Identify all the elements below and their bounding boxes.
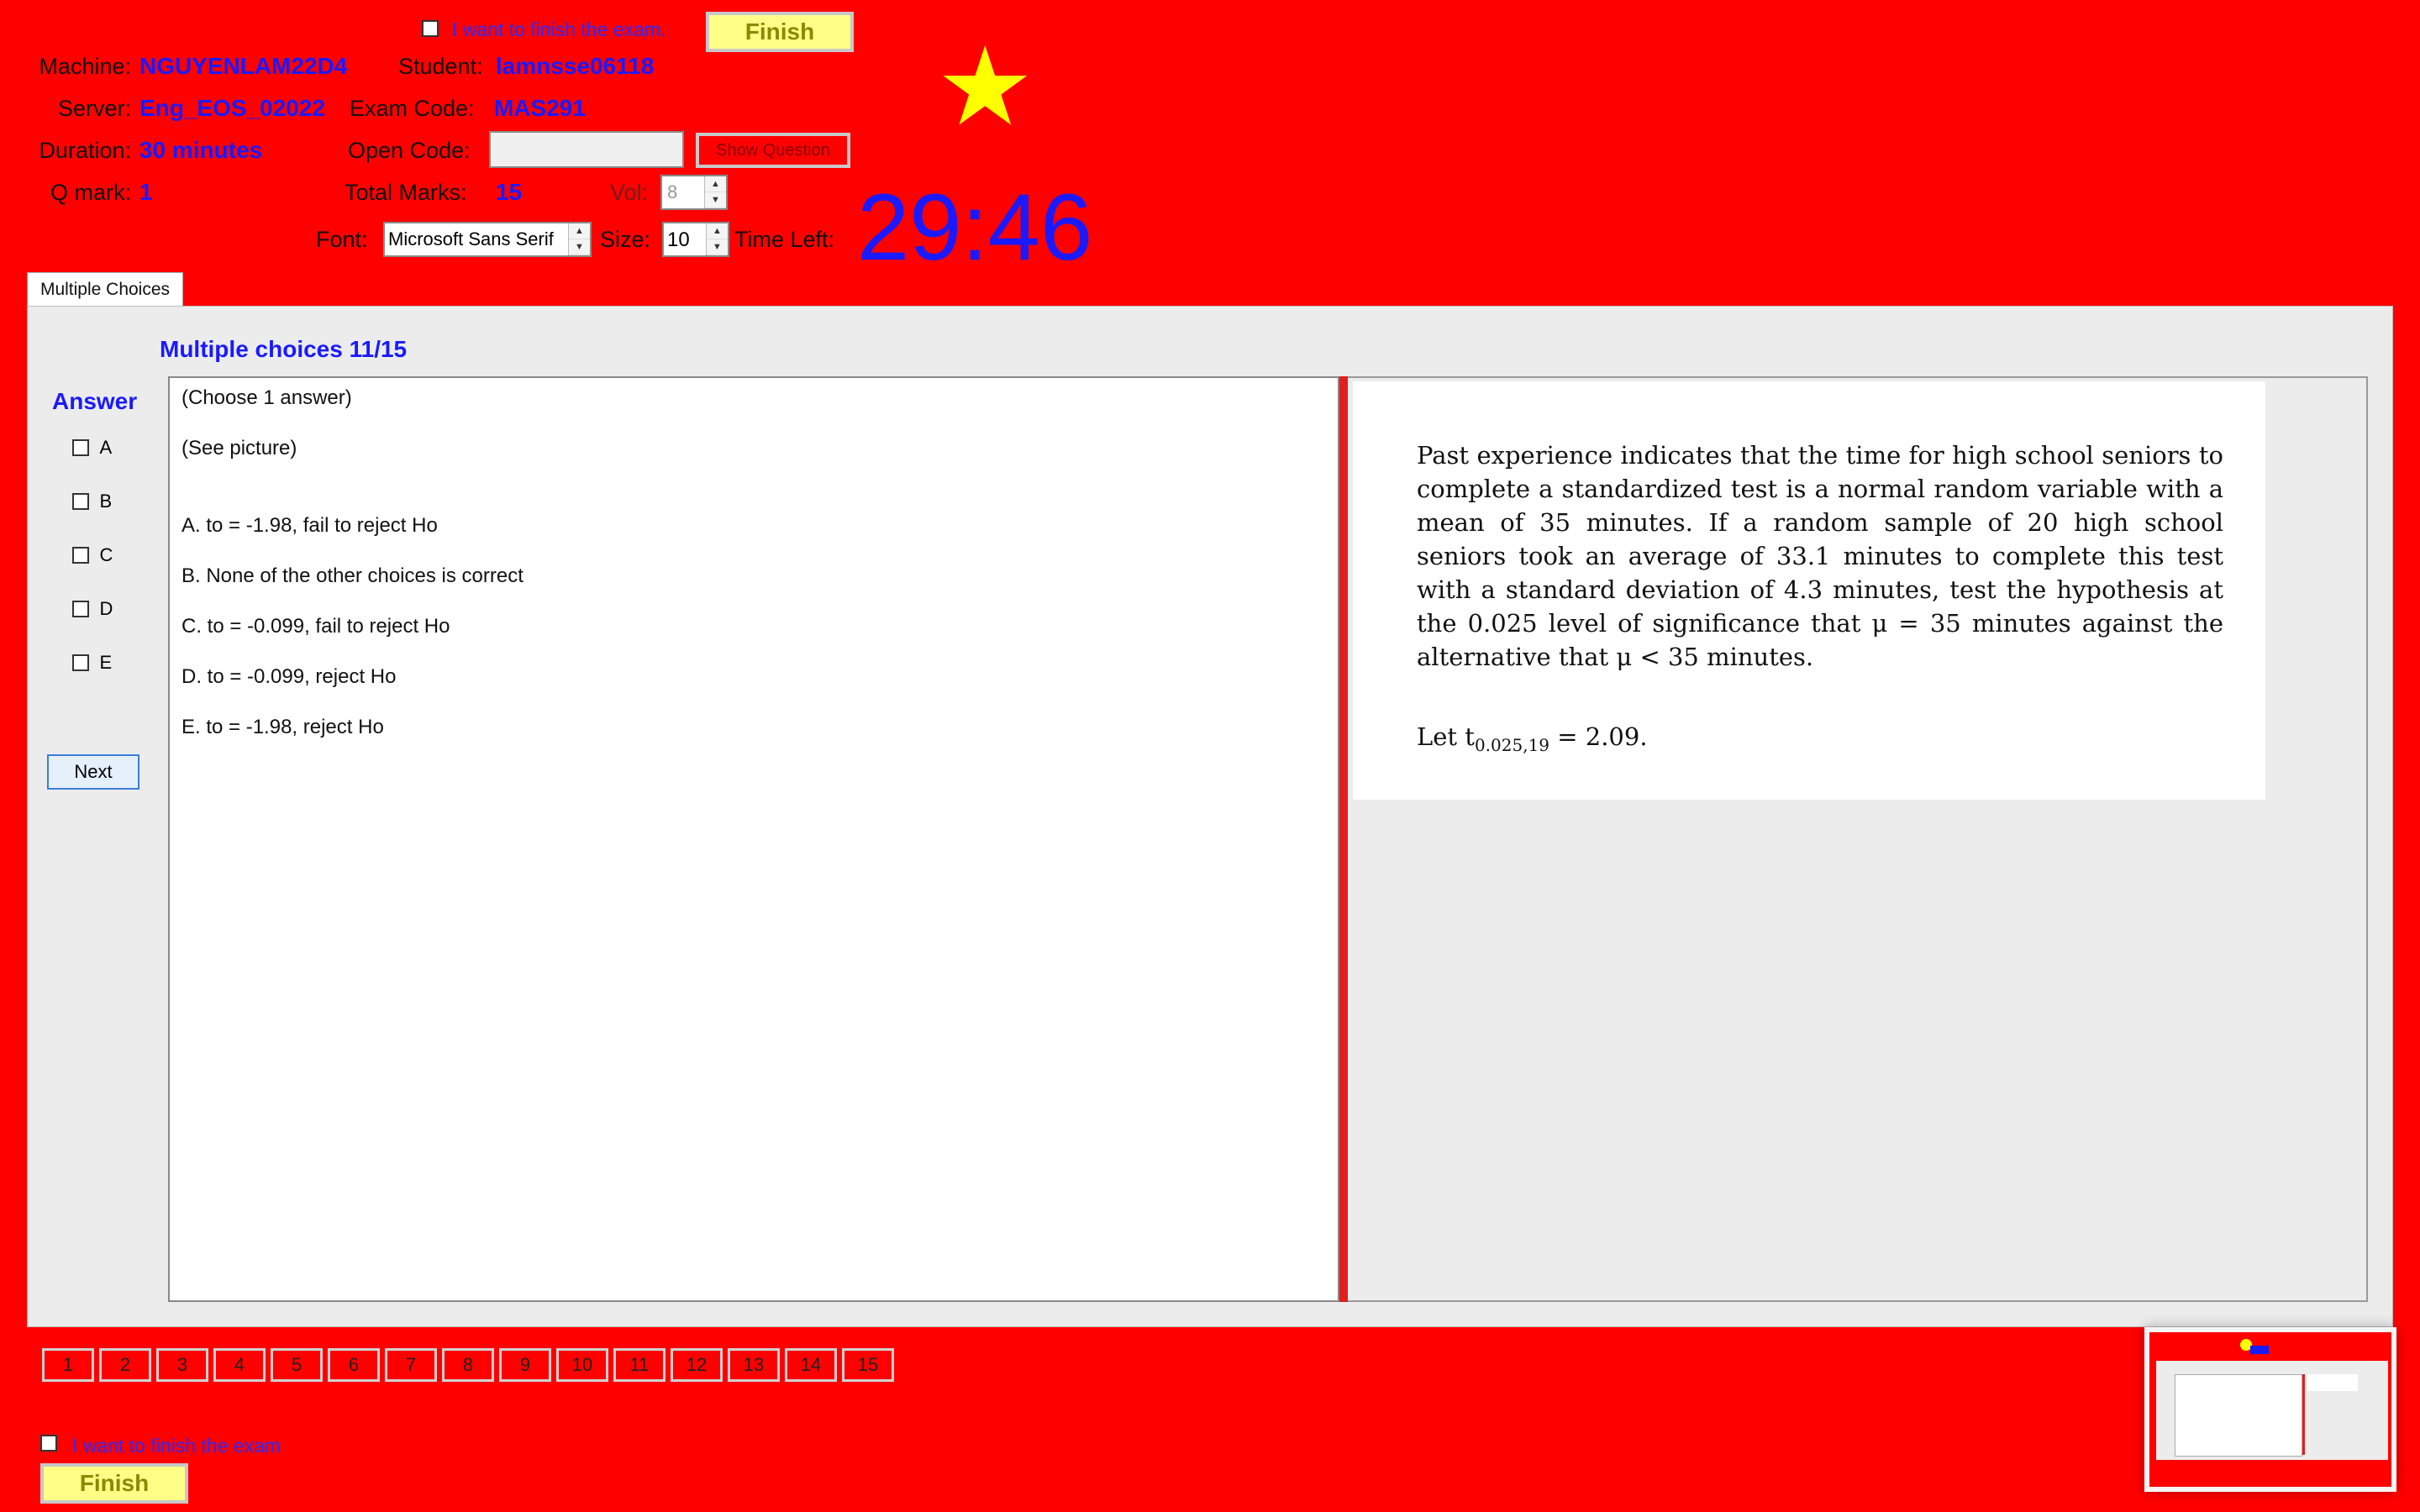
question-nav-button-2[interactable]: 2: [99, 1348, 151, 1382]
answer-checkbox-a[interactable]: [72, 439, 89, 456]
answer-label: Answer: [52, 388, 138, 414]
answer-label-b: B: [99, 491, 113, 512]
thumbnail-picture: [2307, 1374, 2358, 1391]
student-value: lamnsse06118: [496, 53, 655, 79]
size-label: Size:: [600, 227, 651, 252]
question-nav-button-3[interactable]: 3: [156, 1348, 208, 1382]
finish-exam-checkbox-bottom[interactable]: [40, 1435, 57, 1452]
font-spin-buttons[interactable]: ▲ ▼: [568, 223, 590, 255]
question-nav-button-8[interactable]: 8: [442, 1348, 494, 1382]
question-nav-button-10[interactable]: 10: [556, 1348, 608, 1382]
see-picture-text: (See picture): [182, 437, 297, 459]
size-stepper[interactable]: 10 ▲ ▼: [662, 222, 729, 257]
vol-stepper[interactable]: 8 ▲ ▼: [660, 175, 728, 210]
machine-value: NGUYENLAM22D4: [139, 53, 348, 79]
choice-a-text: A. to = -1.98, fail to reject Ho: [182, 514, 438, 537]
answer-label-e: E: [99, 652, 113, 673]
question-nav-button-14[interactable]: 14: [785, 1348, 837, 1382]
duration-label: Duration:: [39, 138, 131, 163]
question-nav-button-4[interactable]: 4: [213, 1348, 266, 1382]
choice-e-text: E. to = -1.98, reject Ho: [182, 716, 384, 738]
vol-label: Vol:: [610, 180, 649, 205]
question-nav-button-12[interactable]: 12: [671, 1348, 723, 1382]
q-mark-label: Q mark:: [50, 180, 131, 205]
choice-c-text: C. to = -0.099, fail to reject Ho: [182, 615, 450, 638]
choice-b-text: B. None of the other choices is correct: [182, 564, 523, 587]
question-header: Multiple choices 11/15: [160, 336, 408, 362]
size-spin-buttons[interactable]: ▲ ▼: [706, 223, 728, 255]
total-marks-value: 15: [496, 179, 523, 205]
server-label: Server:: [57, 96, 131, 121]
total-marks-label: Total Marks:: [345, 180, 467, 205]
finish-exam-label-bottom: I want to finish the exam: [72, 1435, 281, 1457]
answer-label-c: C: [99, 544, 113, 565]
font-label: Font:: [316, 227, 368, 252]
question-nav-button-9[interactable]: 9: [499, 1348, 551, 1382]
answer-checkbox-e[interactable]: [72, 654, 89, 671]
critical-value-subscript: 0.025,19: [1474, 734, 1550, 755]
question-nav-button-7[interactable]: 7: [385, 1348, 437, 1382]
vol-spin-buttons[interactable]: ▲ ▼: [704, 176, 726, 208]
question-paragraph: Past experience indicates that the time …: [1417, 441, 2223, 671]
answer-option-b[interactable]: B: [72, 491, 112, 512]
answer-checkbox-d[interactable]: [72, 601, 89, 617]
duration-value: 30 minutes: [139, 137, 263, 163]
open-code-label: Open Code:: [348, 138, 471, 163]
exam-code-value: MAS291: [494, 95, 586, 121]
choice-d-text: D. to = -0.099, reject Ho: [182, 665, 397, 688]
question-nav-button-11[interactable]: 11: [613, 1348, 666, 1382]
show-question-button[interactable]: Show Question: [696, 133, 850, 168]
exam-code-label: Exam Code:: [350, 96, 475, 121]
question-text-area[interactable]: (Choose 1 answer) (See picture) A. to = …: [168, 376, 1339, 1302]
finish-button-top[interactable]: Finish: [706, 12, 854, 52]
question-picture: Past experience indicates that the time …: [1353, 381, 2265, 800]
critical-value-text: Let t0.025,19 = 2.09.: [1417, 722, 1648, 755]
size-value: 10: [667, 228, 690, 251]
finish-exam-label-top: I want to finish the exam.: [452, 18, 666, 40]
question-nav-button-5[interactable]: 5: [271, 1348, 323, 1382]
answer-checkbox-c[interactable]: [72, 547, 89, 564]
thumbnail-timer: [2250, 1346, 2269, 1354]
thumbnail-splitter: [2302, 1374, 2305, 1455]
tab-multiple-choices[interactable]: Multiple Choices: [27, 272, 183, 307]
vol-value: 8: [667, 181, 678, 202]
question-nav-button-15[interactable]: 15: [842, 1348, 894, 1382]
panel-splitter[interactable]: [1339, 376, 1348, 1302]
font-select-value: Microsoft Sans Serif: [388, 228, 554, 249]
finish-button-bottom[interactable]: Finish: [40, 1463, 188, 1504]
time-left-value: 29:46: [857, 175, 1093, 280]
thumbnail-text-area: [2175, 1374, 2302, 1457]
critical-value-suffix: = 2.09.: [1549, 722, 1648, 751]
server-value: Eng_EOS_02022: [139, 95, 326, 121]
font-select[interactable]: Microsoft Sans Serif ▲ ▼: [383, 222, 592, 257]
star-icon: ★: [936, 25, 1034, 148]
answer-label-a: A: [99, 437, 113, 458]
question-nav-button-13[interactable]: 13: [728, 1348, 780, 1382]
window-thumbnail[interactable]: [2144, 1327, 2396, 1492]
student-label: Student:: [398, 54, 483, 79]
instruction-text: (Choose 1 answer): [182, 386, 352, 409]
answer-checkbox-b[interactable]: [72, 493, 89, 510]
answer-option-c[interactable]: C: [72, 544, 113, 566]
question-nav-button-6[interactable]: 6: [328, 1348, 380, 1382]
open-code-input[interactable]: [489, 131, 684, 168]
time-left-label: Time Left:: [734, 227, 835, 252]
finish-exam-checkbox-top[interactable]: [422, 20, 439, 37]
answer-option-e[interactable]: E: [72, 652, 112, 674]
answer-option-a[interactable]: A: [72, 437, 112, 459]
next-button[interactable]: Next: [47, 754, 139, 790]
answer-label-d: D: [99, 598, 113, 619]
answer-option-d[interactable]: D: [72, 598, 113, 620]
critical-value-prefix: Let t: [1417, 722, 1475, 751]
q-mark-value: 1: [139, 179, 153, 205]
question-nav-button-1[interactable]: 1: [42, 1348, 94, 1382]
machine-label: Machine:: [39, 54, 131, 79]
